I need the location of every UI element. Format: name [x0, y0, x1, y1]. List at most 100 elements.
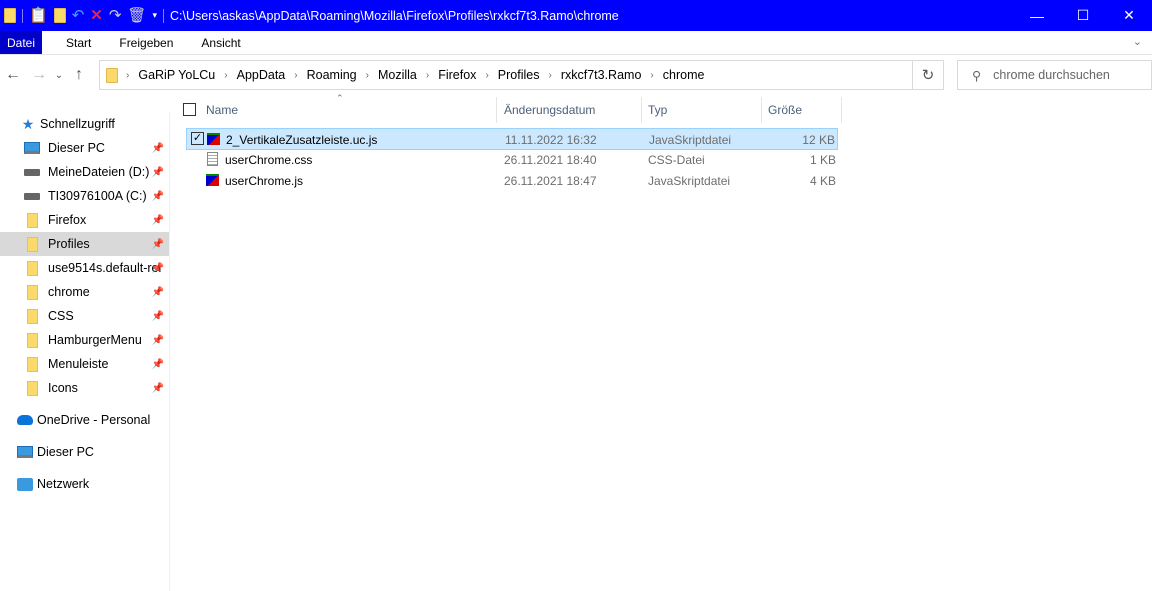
- file-type: JavaSkriptdatei: [649, 133, 732, 147]
- sidebar-item-network[interactable]: Netzwerk: [0, 472, 169, 496]
- breadcrumb[interactable]: rxkcf7t3.Ramo: [561, 68, 642, 82]
- pin-icon[interactable]: 📌: [152, 359, 164, 370]
- row-checkbox[interactable]: ✓: [191, 132, 204, 145]
- sidebar-item-dieser-pc[interactable]: Dieser PC 📌: [0, 136, 169, 160]
- close-button[interactable]: ✕: [1106, 0, 1152, 31]
- new-folder-icon[interactable]: [53, 8, 66, 23]
- sidebar-item-label: HamburgerMenu: [48, 333, 142, 347]
- sidebar-item-label: MeineDateien (D:): [48, 165, 150, 179]
- pin-icon[interactable]: 📌: [152, 239, 164, 250]
- file-row[interactable]: userChrome.css 26.11.2021 18:40 CSS-Datei 1…: [186, 149, 838, 171]
- navigation-bar: ← → ⌄ ↑ › GaRiP YoLCu › AppData › Roaming ›…: [0, 60, 1152, 90]
- up-button[interactable]: ↑: [66, 66, 92, 84]
- file-row[interactable]: userChrome.js 26.11.2021 18:47 JavaSkriptd…: [186, 170, 838, 192]
- sidebar-item-menuleiste[interactable]: Menuleiste 📌: [0, 352, 169, 376]
- pin-icon[interactable]: 📌: [152, 167, 164, 178]
- breadcrumb[interactable]: Roaming: [307, 68, 357, 82]
- breadcrumb[interactable]: Firefox: [438, 68, 476, 82]
- column-header-date[interactable]: Änderungsdatum: [504, 103, 595, 117]
- pin-icon[interactable]: 📌: [152, 287, 164, 298]
- undo-icon[interactable]: ↶: [72, 7, 85, 24]
- pin-icon[interactable]: 📌: [152, 263, 164, 274]
- sidebar-item-label: Schnellzugriff: [40, 117, 115, 131]
- redo-icon[interactable]: ↷: [109, 7, 122, 24]
- sidebar-item-firefox[interactable]: Firefox 📌: [0, 208, 169, 232]
- column-header-name[interactable]: Name: [206, 103, 238, 117]
- folder-icon: [24, 332, 40, 348]
- delete-icon[interactable]: ✕: [90, 7, 103, 24]
- folder-icon: [24, 260, 40, 276]
- text-file-icon: [207, 152, 218, 166]
- address-bar[interactable]: › GaRiP YoLCu › AppData › Roaming › Mozilla…: [99, 60, 913, 90]
- ribbon-tabs: Datei Start Freigeben Ansicht ⌄: [0, 31, 1152, 55]
- folder-icon: [24, 380, 40, 396]
- tab-datei[interactable]: Datei: [0, 31, 43, 54]
- breadcrumb[interactable]: AppData: [237, 68, 286, 82]
- sidebar-item-hamburgermenu[interactable]: HamburgerMenu 📌: [0, 328, 169, 352]
- customize-toolbar-icon[interactable]: ▾: [152, 10, 157, 21]
- sidebar-item-label: Dieser PC: [37, 445, 94, 459]
- expand-ribbon-icon[interactable]: ⌄: [1133, 35, 1142, 48]
- sidebar-item-this-pc[interactable]: Dieser PC: [0, 440, 169, 464]
- back-button[interactable]: ←: [0, 66, 26, 84]
- column-header-type[interactable]: Typ: [648, 103, 667, 117]
- file-row[interactable]: ✓ 2_VertikaleZusatzleiste.uc.js 11.11.2022…: [186, 128, 838, 150]
- folder-icon: [24, 236, 40, 252]
- minimize-button[interactable]: —: [1014, 0, 1060, 31]
- computer-icon: [17, 444, 33, 460]
- sidebar-item-label: Profiles: [48, 237, 90, 251]
- sidebar-item-onedrive[interactable]: OneDrive - Personal: [0, 408, 169, 432]
- sidebar-item-icons[interactable]: Icons 📌: [0, 376, 169, 400]
- search-icon: ⚲: [972, 68, 982, 83]
- javascript-file-icon: [206, 174, 219, 186]
- file-date: 26.11.2021 18:40: [504, 153, 597, 167]
- file-name: 2_VertikaleZusatzleiste.uc.js: [226, 133, 378, 147]
- recycle-bin-icon[interactable]: 🗑: [127, 7, 146, 24]
- sidebar-item-ti30976100a-c-[interactable]: TI30976100A (C:) 📌: [0, 184, 169, 208]
- pin-icon[interactable]: 📌: [152, 191, 164, 202]
- select-all-checkbox[interactable]: [183, 103, 196, 116]
- sidebar-item-use9514s-default-rel[interactable]: use9514s.default-rel 📌: [0, 256, 169, 280]
- pin-icon[interactable]: 📌: [152, 143, 164, 154]
- maximize-button[interactable]: ☐: [1060, 0, 1106, 31]
- forward-button[interactable]: →: [26, 66, 52, 84]
- sidebar-item-label: Menuleiste: [48, 357, 109, 371]
- sidebar-item-meinedateien-d-[interactable]: MeineDateien (D:) 📌: [0, 160, 169, 184]
- recent-locations-icon[interactable]: ⌄: [52, 70, 66, 81]
- divider: [22, 8, 23, 23]
- computer-icon: [24, 140, 40, 156]
- folder-icon: [24, 212, 40, 228]
- drive-icon: [24, 164, 40, 180]
- pin-icon[interactable]: 📌: [152, 383, 164, 394]
- sidebar-item-quick-access[interactable]: ★ Schnellzugriff: [0, 112, 169, 136]
- network-icon: [17, 476, 33, 492]
- sidebar-item-css[interactable]: CSS 📌: [0, 304, 169, 328]
- folder-icon: [106, 67, 118, 83]
- sidebar-item-profiles[interactable]: Profiles 📌: [0, 232, 169, 256]
- pin-icon[interactable]: 📌: [152, 311, 164, 322]
- drive-icon: [24, 188, 40, 204]
- pin-icon[interactable]: 📌: [152, 215, 164, 226]
- file-date: 11.11.2022 16:32: [505, 133, 597, 147]
- pin-icon[interactable]: 📌: [152, 335, 164, 346]
- tab-start[interactable]: Start: [52, 31, 105, 54]
- sidebar-item-label: chrome: [48, 285, 90, 299]
- file-size: 4 KB: [809, 174, 836, 188]
- breadcrumb[interactable]: GaRiP YoLCu: [138, 68, 215, 82]
- tab-freigeben[interactable]: Freigeben: [105, 31, 187, 54]
- breadcrumb[interactable]: chrome: [663, 68, 705, 82]
- folder-icon: [24, 308, 40, 324]
- sidebar-item-label: Dieser PC: [48, 141, 105, 155]
- breadcrumb[interactable]: Mozilla: [378, 68, 417, 82]
- refresh-button[interactable]: ↻: [913, 60, 944, 90]
- breadcrumb[interactable]: Profiles: [498, 68, 540, 82]
- file-type: JavaSkriptdatei: [648, 174, 731, 188]
- quick-access-toolbar: 📋 ↶ ✕ ↷ 🗑 ▾: [0, 7, 164, 24]
- sidebar-item-label: TI30976100A (C:): [48, 189, 147, 203]
- tab-ansicht[interactable]: Ansicht: [187, 31, 254, 54]
- properties-icon[interactable]: 📋: [29, 7, 48, 24]
- sidebar-item-chrome[interactable]: chrome 📌: [0, 280, 169, 304]
- column-header-size[interactable]: Größe: [768, 103, 802, 117]
- file-size: 12 KB: [802, 133, 835, 147]
- search-input[interactable]: ⚲ chrome durchsuchen: [957, 60, 1152, 90]
